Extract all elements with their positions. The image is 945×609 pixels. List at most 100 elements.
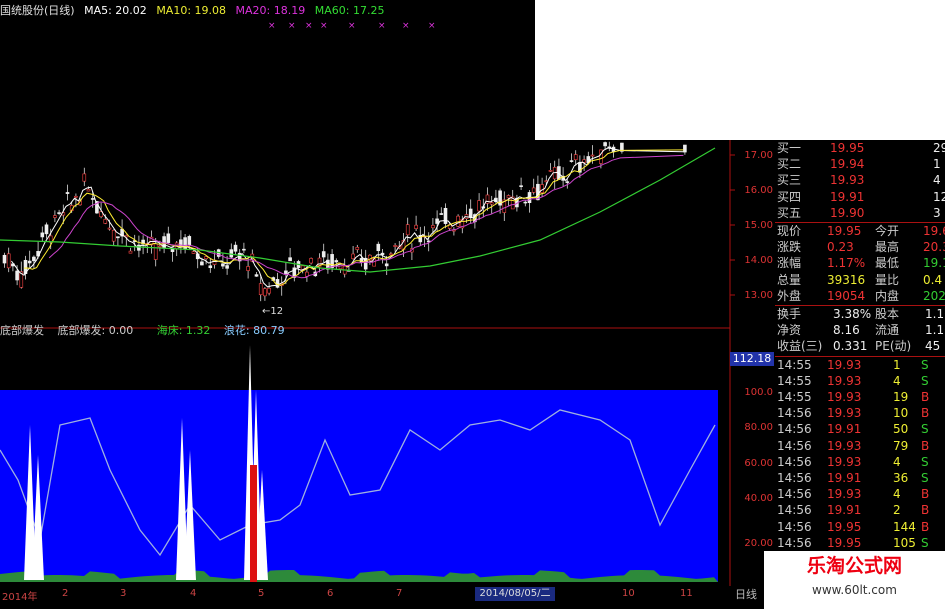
signal-marker: × — [378, 21, 386, 31]
month-label: 6 — [327, 588, 334, 599]
month-label: 3 — [120, 588, 127, 599]
signal-marker: × — [288, 21, 296, 31]
tick-side: S — [921, 357, 929, 372]
osc-tick-label: 100.0 — [744, 387, 773, 398]
indicator-name[interactable]: 底部爆发 — [0, 324, 44, 337]
tick-volume: 36 — [893, 471, 909, 485]
stat-label: 收益(三) — [777, 339, 823, 354]
stat-value: 45 — [925, 339, 941, 354]
stat-label: 净资 — [777, 323, 802, 338]
trade-tick-row: 14:55 19.93 1 S — [775, 357, 945, 373]
bid-volume: 29 — [933, 141, 945, 155]
tick-side: S — [921, 535, 929, 550]
month-label: 7 — [396, 588, 403, 599]
tick-time: 14:56 — [777, 454, 812, 469]
month-label: 5 — [258, 588, 265, 599]
stat-label: PE(动) — [875, 339, 912, 354]
bid-row: 买一 19.95 29 — [775, 140, 945, 156]
stat-label: 流通 — [875, 323, 900, 338]
ma5-label: MA5: 20.02 — [84, 4, 147, 17]
trade-tick-row: 14:56 19.91 50 S — [775, 421, 945, 437]
stat-row: 现价 19.95 今开 19.6 — [775, 223, 945, 239]
tick-volume: 10 — [893, 406, 909, 421]
low-price-marker: ←12 — [262, 306, 283, 317]
tick-time: 14:56 — [777, 503, 812, 518]
title-bar: 国统股份(日线) MA5: 20.02 MA10: 19.08 MA20: 18… — [0, 0, 535, 22]
price-tick-label: 14.00 — [744, 255, 773, 266]
tick-price: 19.93 — [827, 454, 862, 469]
stat-row: 外盘 19054 内盘 2026 — [775, 288, 945, 304]
tick-price: 19.91 — [827, 503, 862, 518]
tick-time: 14:55 — [777, 357, 812, 372]
tick-volume: 4 — [893, 487, 901, 502]
wave-value: 浪花: 80.79 — [223, 324, 285, 337]
bid-label: 买五 — [777, 205, 802, 220]
stat-label: 内盘 — [875, 288, 900, 303]
price-tick-label: 13.00 — [744, 290, 773, 301]
stat-value: 0.331 — [833, 339, 868, 354]
tick-price: 19.95 — [827, 535, 862, 550]
stat-label: 涨跌 — [777, 240, 802, 255]
price-tick-label: 15.00 — [744, 220, 773, 231]
tick-volume: 4 — [893, 373, 901, 388]
trade-tick-row: 14:56 19.91 36 S — [775, 470, 945, 486]
stat-value: 19.95 — [827, 224, 862, 238]
stat-label: 换手 — [777, 307, 802, 321]
watermark-url: www.60lt.com — [812, 583, 897, 597]
bid-label: 买二 — [777, 157, 802, 172]
tick-volume: 105 — [893, 535, 916, 550]
tick-side: S — [921, 471, 929, 485]
tick-price: 19.95 — [827, 519, 862, 534]
tick-price: 19.93 — [827, 390, 862, 404]
price-axis: 17.00 16.00 15.00 14.00 13.00 — [735, 140, 773, 320]
bid-price: 19.94 — [830, 157, 865, 172]
stat-label: 量比 — [875, 272, 900, 287]
bid-row: 买四 19.91 12 — [775, 189, 945, 205]
tick-price: 19.93 — [827, 438, 862, 453]
trade-tick-row: 14:55 19.93 4 S — [775, 373, 945, 389]
tick-side: S — [921, 422, 929, 437]
tick-side: S — [921, 373, 929, 388]
trade-tick-row: 14:56 19.93 10 B — [775, 405, 945, 421]
bid-volume: 12 — [933, 189, 945, 204]
bid-price: 19.91 — [830, 189, 865, 204]
tick-side: B — [921, 406, 930, 421]
tick-time: 14:55 — [777, 373, 812, 388]
ma20-label: MA20: 18.19 — [235, 4, 306, 17]
tick-time: 14:55 — [777, 390, 812, 404]
stat-row: 收益(三) 0.331 PE(动) 45 — [775, 338, 945, 354]
ma60-label: MA60: 17.25 — [314, 4, 385, 17]
month-label: 4 — [190, 588, 197, 599]
trade-tick-row: 14:56 19.95 144 B — [775, 519, 945, 535]
osc-tick-label: 20.00 — [744, 538, 773, 549]
date-cursor-label: 2014/08/05/二 — [475, 587, 555, 601]
sea-floor-value: 海床: 1.32 — [156, 324, 211, 337]
bid-row: 买二 19.94 1 — [775, 156, 945, 172]
signal-marker: × — [305, 21, 313, 31]
stat-label: 涨幅 — [777, 256, 802, 271]
candlestick-series — [2, 141, 687, 302]
bid-price: 19.90 — [830, 205, 865, 220]
month-label: 11 — [680, 588, 693, 599]
tick-time: 14:56 — [777, 471, 812, 485]
month-label: 10 — [622, 588, 635, 599]
tick-price: 19.93 — [827, 357, 862, 372]
tick-volume: 144 — [893, 519, 916, 534]
stat-label: 现价 — [777, 224, 802, 238]
tick-side: B — [921, 487, 930, 502]
stock-title: 国统股份(日线) — [0, 4, 75, 17]
stat-row: 涨跌 0.23 最高 20.3 — [775, 239, 945, 255]
signal-marker: × — [348, 21, 356, 31]
period-label[interactable]: 日线 — [735, 586, 757, 602]
stat-row: 净资 8.16 流通 1.16 — [775, 322, 945, 338]
tick-side: B — [921, 519, 930, 534]
bid-label: 买三 — [777, 173, 802, 188]
bid-price: 19.93 — [830, 173, 865, 188]
stat-value: 39316 — [827, 272, 866, 287]
stat-value: 2026 — [923, 288, 945, 303]
stat-value: 19.6 — [923, 224, 945, 238]
signal-marker: × — [268, 21, 276, 31]
stat-label: 外盘 — [777, 288, 802, 303]
trade-tick-row: 14:56 19.91 2 B — [775, 502, 945, 518]
osc-tick-label: 60.00 — [744, 458, 773, 469]
